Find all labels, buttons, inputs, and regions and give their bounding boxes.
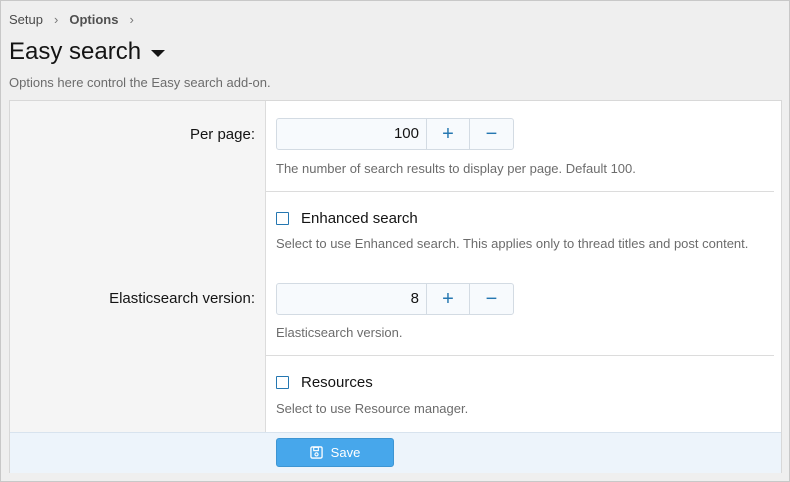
divider — [266, 355, 774, 356]
page-title-row[interactable]: Easy search — [9, 38, 166, 66]
divider — [266, 191, 774, 192]
elasticsearch-version-label: Elasticsearch version: — [109, 290, 255, 307]
chevron-right-icon: › — [53, 12, 59, 27]
page-title: Easy search — [9, 38, 142, 65]
per-page-input[interactable]: 100 — [277, 119, 427, 149]
elasticsearch-version-hint: Elasticsearch version. — [276, 325, 403, 340]
save-button[interactable]: Save — [276, 438, 394, 467]
form-footer: Save — [10, 432, 781, 473]
resources-option[interactable]: Resources — [276, 374, 373, 391]
save-icon — [309, 446, 323, 459]
elasticsearch-version-decrement-button[interactable]: − — [470, 284, 513, 314]
caret-down-icon[interactable] — [151, 49, 166, 57]
controls-column: 100 + − The number of search results to … — [266, 101, 781, 432]
enhanced-search-hint: Select to use Enhanced search. This appl… — [276, 236, 749, 251]
enhanced-search-checkbox[interactable] — [276, 212, 289, 225]
page-description: Options here control the Easy search add… — [9, 75, 271, 90]
enhanced-search-option[interactable]: Enhanced search — [276, 210, 418, 227]
chevron-right-icon: › — [129, 12, 134, 27]
options-panel: Per page: Elasticsearch version: 100 + −… — [9, 100, 782, 473]
breadcrumb: Setup › Options › — [9, 12, 145, 27]
elasticsearch-version-stepper[interactable]: 8 + − — [276, 283, 514, 315]
elasticsearch-version-input[interactable]: 8 — [277, 284, 427, 314]
breadcrumb-setup[interactable]: Setup — [9, 12, 43, 27]
page-frame: Setup › Options › Easy search Options he… — [0, 0, 790, 482]
per-page-label: Per page: — [189, 126, 255, 143]
per-page-hint: The number of search results to display … — [276, 161, 636, 176]
resources-label[interactable]: Resources — [301, 374, 373, 391]
elasticsearch-version-increment-button[interactable]: + — [427, 284, 470, 314]
per-page-stepper[interactable]: 100 + − — [276, 118, 514, 150]
per-page-increment-button[interactable]: + — [427, 119, 470, 149]
enhanced-search-label[interactable]: Enhanced search — [301, 210, 418, 227]
labels-column: Per page: Elasticsearch version: — [10, 101, 266, 432]
breadcrumb-options[interactable]: Options — [69, 12, 118, 27]
resources-checkbox[interactable] — [276, 376, 289, 389]
per-page-decrement-button[interactable]: − — [470, 119, 513, 149]
save-button-label: Save — [330, 445, 361, 460]
resources-hint: Select to use Resource manager. — [276, 401, 469, 416]
